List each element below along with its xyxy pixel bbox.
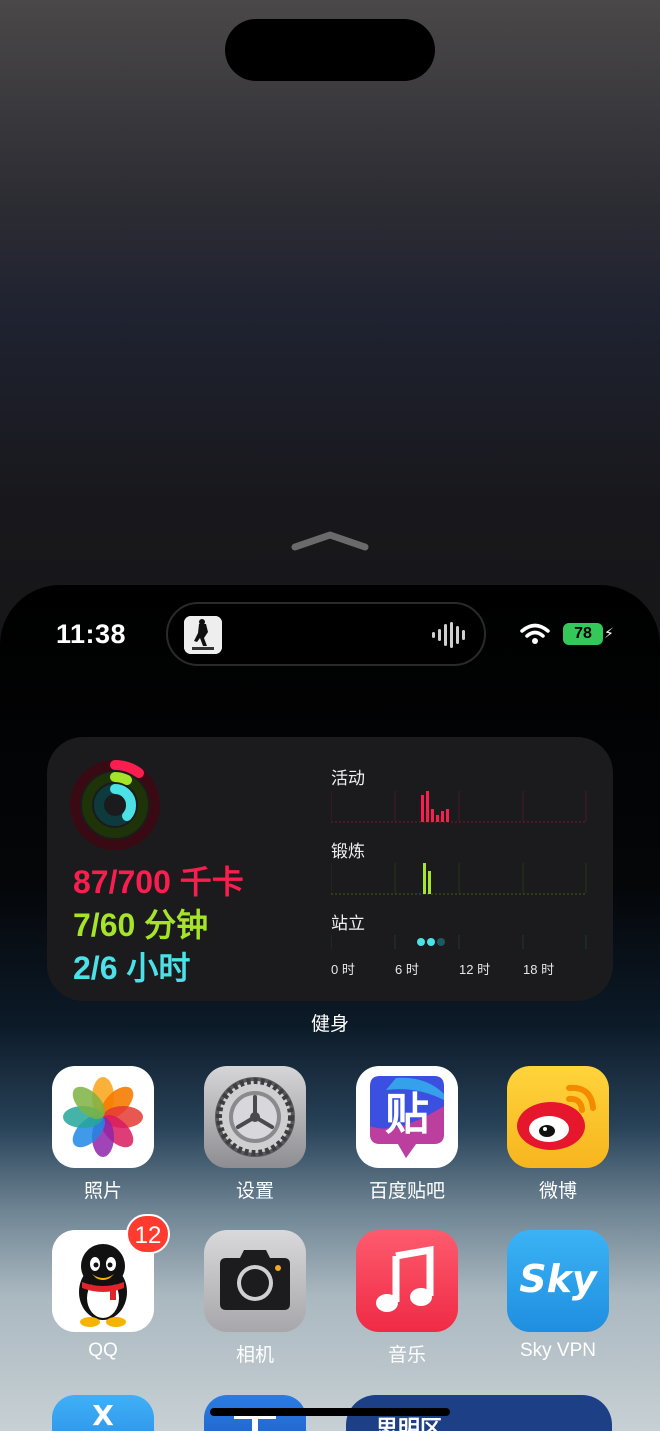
svg-text:X: X bbox=[92, 1399, 114, 1431]
home-indicator[interactable] bbox=[210, 1408, 450, 1416]
audio-waveform-icon bbox=[432, 622, 465, 648]
camera-icon bbox=[204, 1230, 306, 1332]
move-hourly-chart bbox=[331, 791, 587, 823]
app-settings[interactable]: 设置 bbox=[204, 1066, 306, 1203]
now-playing-artwork bbox=[184, 616, 222, 654]
exercise-chart-title: 锻炼 bbox=[331, 842, 365, 861]
app-label: 照片 bbox=[83, 1181, 122, 1202]
app-label: 设置 bbox=[235, 1181, 274, 1202]
move-chart-title: 活动 bbox=[331, 769, 365, 788]
fitness-widget[interactable]: 87/700 千卡 7/60 分钟 2/6 小时 活动 锻炼 站立 0 时 6 … bbox=[47, 737, 613, 1001]
charging-bolt-icon: ⚡ bbox=[604, 625, 614, 641]
app-label: 微博 bbox=[538, 1181, 577, 1202]
app-sky-vpn[interactable]: Sky Sky VPN bbox=[507, 1230, 609, 1362]
app-qq[interactable]: 12 QQ bbox=[52, 1214, 170, 1362]
stand-hourly-chart bbox=[331, 935, 587, 949]
app-music[interactable]: 音乐 bbox=[356, 1230, 458, 1367]
axis-label-6: 6 时 bbox=[395, 962, 419, 977]
notification-badge: 12 bbox=[126, 1214, 170, 1254]
axis-label-18: 18 时 bbox=[523, 962, 555, 977]
app-label: 百度贴吧 bbox=[368, 1181, 445, 1202]
app-weibo[interactable]: 微博 bbox=[507, 1066, 609, 1203]
tieba-glyph: 贴 bbox=[385, 1089, 429, 1140]
photos-icon bbox=[52, 1066, 154, 1168]
widget-title: 健身 bbox=[310, 1014, 349, 1035]
sky-glyph: Sky bbox=[519, 1257, 599, 1301]
exercise-stat: 7/60 分钟 bbox=[73, 907, 209, 943]
music-icon bbox=[356, 1230, 458, 1332]
chevron-up-icon[interactable] bbox=[291, 530, 369, 552]
axis-label-12: 12 时 bbox=[459, 962, 491, 977]
axis-label-0: 0 时 bbox=[331, 962, 355, 977]
tieba-icon: 贴 bbox=[356, 1066, 458, 1168]
activity-rings-icon bbox=[70, 760, 160, 850]
move-stat: 87/700 千卡 bbox=[73, 864, 244, 900]
settings-icon bbox=[204, 1066, 306, 1168]
app-label: 音乐 bbox=[387, 1345, 426, 1366]
status-time: 11:38 bbox=[56, 619, 127, 649]
app-baidu-tieba[interactable]: 贴 百度贴吧 bbox=[356, 1066, 458, 1203]
dynamic-island[interactable] bbox=[166, 602, 486, 666]
battery-level: 78 bbox=[563, 623, 603, 645]
home-screen-card[interactable]: 11:38 78 ⚡ 87/700 千卡 7/60 分钟 2/6 小时 活动 锻… bbox=[0, 585, 660, 1431]
stand-stat: 2/6 小时 bbox=[73, 950, 191, 986]
app-label: Sky VPN bbox=[519, 1340, 597, 1361]
dynamic-island-top bbox=[225, 19, 435, 81]
wifi-icon bbox=[520, 623, 550, 644]
partial-app-icon-1[interactable]: X bbox=[52, 1395, 154, 1431]
app-label: QQ bbox=[88, 1340, 118, 1361]
stand-chart-title: 站立 bbox=[331, 914, 365, 933]
app-photos[interactable]: 照片 bbox=[52, 1066, 154, 1203]
exercise-hourly-chart bbox=[331, 863, 587, 895]
app-camera[interactable]: 相机 bbox=[204, 1230, 306, 1367]
sky-vpn-icon: Sky bbox=[507, 1230, 609, 1332]
app-label: 相机 bbox=[235, 1345, 274, 1366]
weibo-icon bbox=[507, 1066, 609, 1168]
